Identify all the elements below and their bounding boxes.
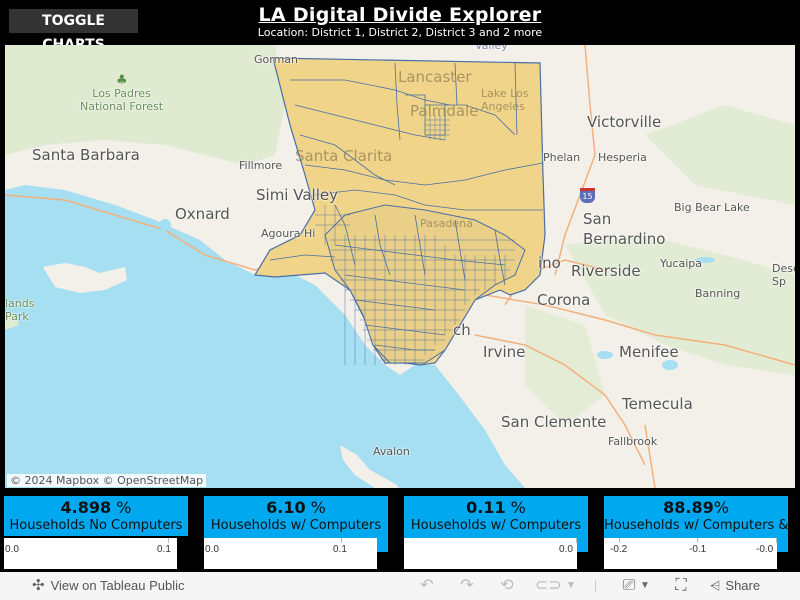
map-label-menifee: Menifee xyxy=(619,343,679,361)
map-label-temecula: Temecula xyxy=(622,395,693,413)
map-label-big-bear-lake: Big Bear Lake xyxy=(674,201,750,214)
map-label-santa-barbara: Santa Barbara xyxy=(32,146,140,164)
axis-tick-label: 0.0 xyxy=(205,544,219,555)
axis-tick-label: 0.0 xyxy=(559,544,573,555)
map-label-long-beach: ch xyxy=(453,321,471,339)
kpi-value: 4.898 % xyxy=(60,498,132,517)
map-label-riverside: Riverside xyxy=(571,262,641,280)
download-dropdown-icon[interactable]: ▼ xyxy=(636,577,654,595)
map-label-san-bernardino: San Bernardino xyxy=(583,210,666,248)
fullscreen-icon[interactable]: ⛶ xyxy=(672,577,690,595)
kpi-label: Households w/ Computers xyxy=(410,518,582,533)
axis-tick-mark xyxy=(697,538,698,543)
map-label-avalon: Avalon xyxy=(373,445,410,458)
map-label-oxnard: Oxnard xyxy=(175,205,230,223)
map-label-phelan: Phelan xyxy=(543,151,581,164)
share-button[interactable]: ⩤ Share xyxy=(710,572,760,600)
axis-tick-label: 0.1 xyxy=(157,544,171,555)
dashboard: TOGGLE CHARTS LA Digital Divide Explorer… xyxy=(0,0,800,600)
axis-tick-mark xyxy=(619,538,620,543)
interstate-15-shield-icon: 15 xyxy=(580,188,595,203)
map-label-fillmore: Fillmore xyxy=(239,159,283,172)
kpi-axis-no-computers: 0.0 0.1 xyxy=(4,538,177,569)
map-label-banning: Banning xyxy=(695,287,741,300)
tableau-toolbar: ✣ View on Tableau Public ↶ ↷ ⟲ ⊂⊃ ▼ ⎚ ▼ ⛶… xyxy=(0,572,800,600)
kpi-axis-with-computers: 0.0 0.1 xyxy=(204,538,377,569)
axis-tick-label: 0.1 xyxy=(333,544,347,555)
kpi-label: Households w/ Computers xyxy=(210,518,382,533)
redo-icon[interactable]: ↷ xyxy=(458,577,476,595)
map-label-los-padres-national-forest: Los Padres National Forest xyxy=(80,87,164,113)
map-label-yucaipa: Yucaipa xyxy=(660,257,702,270)
axis-tick-label: -0.0 xyxy=(756,544,774,555)
map-label-islands-park: lands Park xyxy=(5,297,35,323)
page-title: LA Digital Divide Explorer xyxy=(258,4,542,26)
map-label-desert-springs: Dese Sp xyxy=(772,262,795,288)
map-label-lancaster: Lancaster xyxy=(398,68,472,86)
map-label-san-clemente: San Clemente xyxy=(501,413,607,431)
map-view[interactable]: Gorman Los Padres National Forest ♣ Sant… xyxy=(5,45,795,488)
map-label-gorman: Gorman xyxy=(254,53,299,66)
kpi-value: 88.89% xyxy=(663,498,729,517)
map-label-pasadena: Pasadena xyxy=(420,217,473,230)
map-label-corona: Corona xyxy=(537,291,591,309)
map-label-agoura-hills: Agoura Hi xyxy=(261,227,316,240)
axis-tick-mark xyxy=(576,538,577,543)
map-label-lake-los-angeles: Lake Los Angeles xyxy=(481,87,529,113)
share-icon: ⩤ xyxy=(710,578,721,593)
undo-icon[interactable]: ↶ xyxy=(418,577,436,595)
axis-tick-label: 0.0 xyxy=(5,544,19,555)
axis-tick-label: -0.2 xyxy=(610,544,628,555)
map-label-hesperia: Hesperia xyxy=(598,151,647,164)
kpi-axis-computers-and-internet: -0.2 -0.1 -0.0 xyxy=(604,538,777,569)
kpi-card-computers-and-internet[interactable]: 88.89% Households w/ Computers & xyxy=(604,496,788,536)
axis-tick-mark xyxy=(168,538,169,543)
location-filter-summary: Location: District 1, District 2, Distri… xyxy=(257,26,543,37)
map-label-fallbrook: Fallbrook xyxy=(608,435,658,448)
kpi-card-no-computers[interactable]: 4.898 % Households No Computers xyxy=(4,496,188,536)
revert-icon[interactable]: ⟲ xyxy=(498,577,516,595)
axis-tick-mark xyxy=(341,538,342,543)
map-label-palmdale: Palmdale xyxy=(410,102,479,120)
map-label-ontario: ino xyxy=(538,254,561,272)
map-label-santa-clarita: Santa Clarita xyxy=(295,147,393,165)
view-on-tableau-public-link[interactable]: ✣ View on Tableau Public xyxy=(32,572,185,600)
tree-icon: ♣ xyxy=(116,73,128,88)
island xyxy=(43,263,127,293)
toolbar-divider xyxy=(595,580,596,592)
map-label-victorville: Victorville xyxy=(587,113,662,131)
tableau-logo-icon: ✣ xyxy=(32,577,45,594)
map-label-irvine: Irvine xyxy=(483,343,526,361)
kpi-card-with-computers[interactable]: 6.10 % Households w/ Computers xyxy=(204,496,388,536)
kpi-value: 0.11 % xyxy=(466,498,526,517)
axis-tick-label: -0.1 xyxy=(689,544,707,555)
kpi-label: Households w/ Computers & xyxy=(604,518,788,533)
map-label-simi-valley: Simi Valley xyxy=(256,186,338,204)
kpi-label: Households No Computers xyxy=(9,518,183,533)
pause-dropdown-icon[interactable]: ▼ xyxy=(562,577,580,595)
kpi-value: 6.10 % xyxy=(266,498,326,517)
kpi-axis-computers-no-internet: 0.0 xyxy=(404,538,577,569)
refresh-icon[interactable]: ⊂⊃ xyxy=(535,577,562,595)
map-attribution[interactable]: © 2024 Mapbox © OpenStreetMap xyxy=(7,474,207,487)
kpi-card-computers-no-internet[interactable]: 0.11 % Households w/ Computers xyxy=(404,496,588,536)
axis-tick-mark xyxy=(776,538,777,543)
map-label-valley: Valley xyxy=(475,45,508,52)
